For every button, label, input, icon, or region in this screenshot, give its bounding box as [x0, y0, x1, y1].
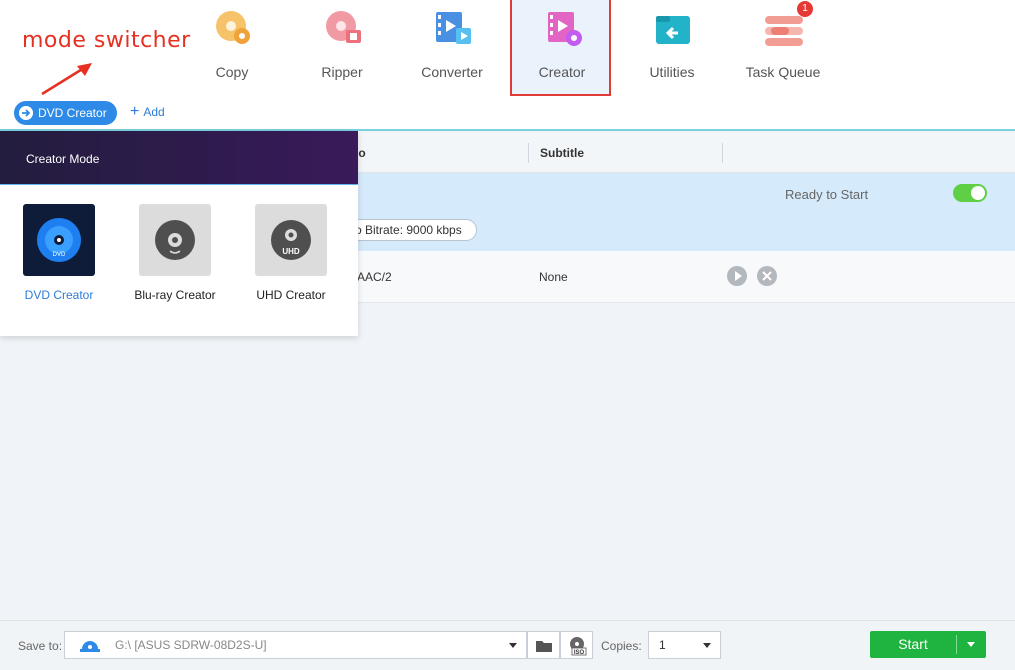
- play-icon[interactable]: [727, 266, 747, 286]
- dvd-creator-label[interactable]: DVD Creator: [1, 288, 117, 302]
- creator-icon: [548, 12, 582, 46]
- iso-button[interactable]: ISO: [560, 631, 593, 659]
- audio-track: AAC/2: [357, 270, 392, 284]
- add-button[interactable]: + Add: [130, 103, 165, 120]
- mode-switcher-label: DVD Creator: [38, 106, 107, 120]
- arrow-right-icon: [19, 106, 33, 120]
- nav-task-queue[interactable]: 1 Task Queue: [733, 0, 833, 96]
- iso-disc-icon: ISO: [570, 637, 587, 656]
- subtitle-value: None: [539, 270, 568, 284]
- uhd-disc-icon: UHD: [271, 220, 311, 260]
- mode-switcher-button[interactable]: DVD Creator: [14, 101, 117, 125]
- nav-utilities-label: Utilities: [649, 64, 695, 80]
- nav-creator[interactable]: Creator: [510, 0, 611, 96]
- top-toolbar: mode switcher Copy Ripper Converter Crea…: [0, 0, 1015, 131]
- start-options-chevron-icon[interactable]: [967, 642, 975, 647]
- folder-icon: [536, 641, 552, 652]
- nav-creator-label: Creator: [538, 64, 586, 80]
- column-subtitle: Subtitle: [540, 146, 584, 160]
- disc-copy-icon: [216, 11, 250, 44]
- drive-icon: [80, 641, 100, 652]
- plus-icon: +: [130, 103, 140, 120]
- nav-task-queue-label: Task Queue: [745, 64, 821, 80]
- copies-select[interactable]: 1: [648, 631, 721, 659]
- svg-text:DVD: DVD: [53, 252, 66, 258]
- annotation-arrow-icon: [41, 63, 92, 96]
- task-status: Ready to Start: [785, 187, 869, 202]
- popup-header: Creator Mode: [0, 131, 358, 185]
- save-to-select[interactable]: G:\ [ASUS SDRW-08D2S-U]: [64, 631, 527, 659]
- svg-text:UHD: UHD: [282, 247, 300, 256]
- close-icon[interactable]: [757, 266, 777, 286]
- annotation-label: mode switcher: [22, 28, 191, 53]
- save-to-label: Save to:: [18, 639, 63, 653]
- toolbox-icon: [656, 16, 690, 44]
- creator-mode-popup: Creator Mode DVD DVD Creator Blu-ray Cre…: [0, 131, 358, 336]
- start-button[interactable]: Start: [870, 631, 986, 658]
- save-to-value: G:\ [ASUS SDRW-08D2S-U]: [115, 638, 267, 652]
- film-converter-icon: [436, 12, 471, 44]
- uhd-creator-label[interactable]: UHD Creator: [233, 288, 349, 302]
- column-divider: [722, 143, 723, 163]
- nav-utilities[interactable]: Utilities: [622, 0, 722, 96]
- enable-toggle[interactable]: [953, 184, 987, 202]
- bluray-creator-label[interactable]: Blu-ray Creator: [117, 288, 233, 302]
- disc-ripper-icon: [326, 11, 361, 43]
- nav-converter-label: Converter: [421, 64, 483, 80]
- task-count-badge: 1: [797, 1, 813, 17]
- nav-converter[interactable]: Converter: [402, 0, 502, 96]
- copies-label: Copies:: [601, 639, 642, 653]
- bluray-disc-icon: [155, 220, 195, 260]
- svg-text:ISO: ISO: [574, 650, 585, 656]
- dvd-disc-icon: DVD: [37, 218, 81, 262]
- nav-copy[interactable]: Copy: [182, 0, 282, 96]
- dvd-creator-card[interactable]: DVD: [23, 204, 95, 276]
- column-divider: [528, 143, 529, 163]
- copies-value: 1: [659, 638, 666, 652]
- bluray-creator-card[interactable]: [139, 204, 211, 276]
- popup-title: Creator Mode: [26, 152, 100, 166]
- start-button-label: Start: [898, 636, 928, 652]
- nav-ripper[interactable]: Ripper: [292, 0, 392, 96]
- nav-ripper-label: Ripper: [321, 64, 363, 80]
- chevron-down-icon: [703, 643, 711, 648]
- uhd-creator-card[interactable]: UHD: [255, 204, 327, 276]
- add-button-label: Add: [143, 105, 165, 119]
- header-divider: [0, 184, 358, 185]
- split-divider: [956, 635, 957, 654]
- nav-copy-label: Copy: [215, 64, 249, 80]
- browse-folder-button[interactable]: [527, 631, 560, 659]
- chevron-down-icon: [509, 643, 517, 648]
